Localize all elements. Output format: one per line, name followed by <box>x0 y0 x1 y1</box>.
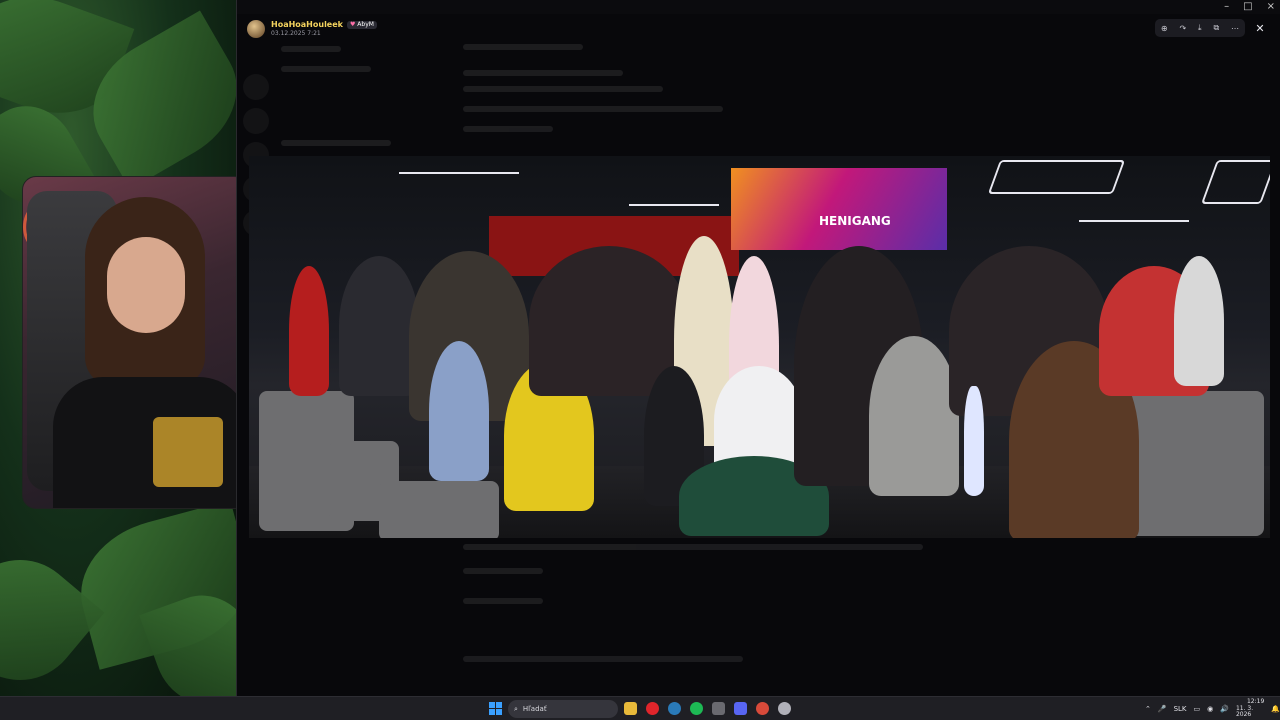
wifi-icon[interactable]: ◉ <box>1207 705 1213 713</box>
notification-bell-icon[interactable]: 🔔 <box>1271 705 1280 713</box>
clock[interactable]: 12:19 11. 3. 2026 <box>1235 698 1264 720</box>
viewer-toolbar: ⊕ ↷ ⤓ ⧉ ⋯ <box>1155 19 1245 37</box>
tray-chevron-icon[interactable]: ⌃ <box>1145 705 1151 713</box>
heart-icon: ♥ <box>349 21 356 28</box>
minimize-button[interactable]: – <box>1224 0 1229 14</box>
sofa <box>1124 391 1264 536</box>
plant-leaf <box>0 535 105 696</box>
search-icon: ⌕ <box>514 704 518 713</box>
chrome-icon[interactable] <box>756 702 769 715</box>
close-viewer-button[interactable]: ✕ <box>1251 19 1269 37</box>
more-icon[interactable]: ⋯ <box>1231 24 1239 33</box>
screen-label: HENIGANG <box>819 214 891 228</box>
webcam-feed <box>22 176 236 509</box>
role-badge: ♥ AbyM <box>346 21 377 29</box>
clock-date: 11. 3. 2026 <box>1235 704 1254 719</box>
system-tray: ⌃ 🎤 SLK ▭ ◉ 🔊 12:19 11. 3. 2026 🔔 <box>1145 697 1280 720</box>
led-screen <box>731 168 947 250</box>
windows-start-icon[interactable] <box>489 702 502 715</box>
language-indicator[interactable]: SLK <box>1174 705 1187 713</box>
volume-icon[interactable]: 🔊 <box>1220 705 1229 713</box>
forward-icon[interactable]: ↷ <box>1179 24 1186 33</box>
zoom-icon[interactable]: ⊕ <box>1161 24 1168 33</box>
post-timestamp: 03.12.2025 7:21 <box>271 30 321 37</box>
taskbar-search[interactable]: ⌕ Hľadať <box>508 700 618 718</box>
avatar[interactable] <box>247 20 265 38</box>
window-controls: – □ × <box>1224 0 1275 14</box>
mic-icon[interactable]: 🎤 <box>1158 705 1167 713</box>
taskbar: ⌕ Hľadať ⌃ 🎤 SLK ▭ ◉ 🔊 12:19 11. 3. 2026… <box>0 696 1280 720</box>
window-titlebar: – □ × <box>237 0 1280 14</box>
xbox-icon[interactable] <box>712 702 725 715</box>
spotify-icon[interactable] <box>690 702 703 715</box>
obs-icon[interactable] <box>778 702 791 715</box>
screen: – □ × HoaHoaHouleek ♥ AbyM 03.12.2025 7:… <box>0 0 1280 720</box>
search-placeholder: Hľadať <box>522 705 547 713</box>
window-close-button[interactable]: × <box>1267 0 1275 14</box>
discord-window: – □ × HoaHoaHouleek ♥ AbyM 03.12.2025 7:… <box>236 0 1280 696</box>
stream-overlay-panel <box>0 0 236 696</box>
download-icon[interactable]: ⤓ <box>1198 23 1202 33</box>
open-external-icon[interactable]: ⧉ <box>1213 23 1219 33</box>
sofa <box>379 481 499 538</box>
display-icon[interactable]: ▭ <box>1194 705 1201 713</box>
steam-icon[interactable] <box>668 702 681 715</box>
viewer-author: HoaHoaHouleek ♥ AbyM 03.12.2025 7:21 <box>247 18 377 40</box>
opera-icon[interactable] <box>646 702 659 715</box>
discord-icon[interactable] <box>734 702 747 715</box>
maximize-button[interactable]: □ <box>1243 0 1252 14</box>
group-photo: HENIGANG <box>249 156 1270 538</box>
file-explorer-icon[interactable] <box>624 702 637 715</box>
author-username[interactable]: HoaHoaHouleek <box>271 21 343 29</box>
